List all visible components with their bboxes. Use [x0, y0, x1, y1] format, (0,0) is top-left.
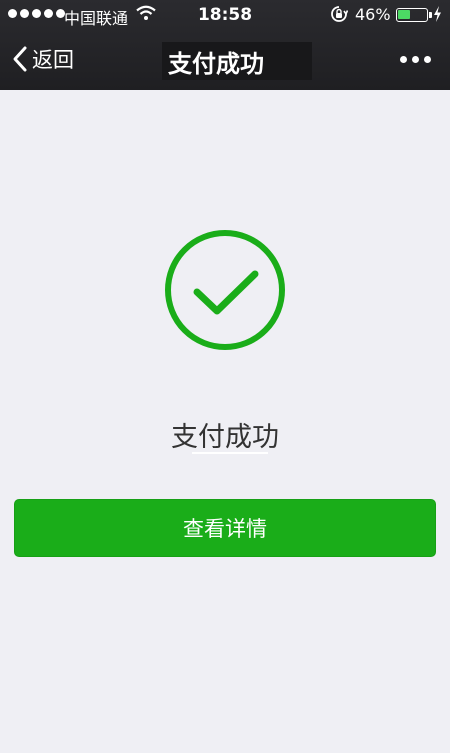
more-dots-icon[interactable] — [396, 48, 435, 71]
battery-tip — [429, 12, 432, 18]
back-label: 返回 — [32, 48, 74, 72]
page-title: 支付成功 — [162, 42, 312, 80]
charging-icon — [434, 6, 441, 22]
checkmark-circle-icon — [165, 230, 285, 350]
view-details-button[interactable]: 查看详情 — [14, 499, 436, 557]
battery-percent: 46% — [355, 5, 391, 24]
back-button[interactable]: 返回 — [12, 42, 74, 76]
status-bar: 中国联通 18:58 46% — [0, 0, 450, 30]
top-bar: 中国联通 18:58 46% 返回 支付成功 — [0, 0, 450, 90]
chevron-left-icon — [13, 46, 27, 72]
rotation-lock-icon — [331, 6, 348, 22]
message-underline — [192, 452, 268, 454]
battery-icon — [396, 8, 428, 22]
navigation-bar: 返回 支付成功 — [0, 30, 450, 90]
result-message: 支付成功 — [171, 422, 279, 453]
